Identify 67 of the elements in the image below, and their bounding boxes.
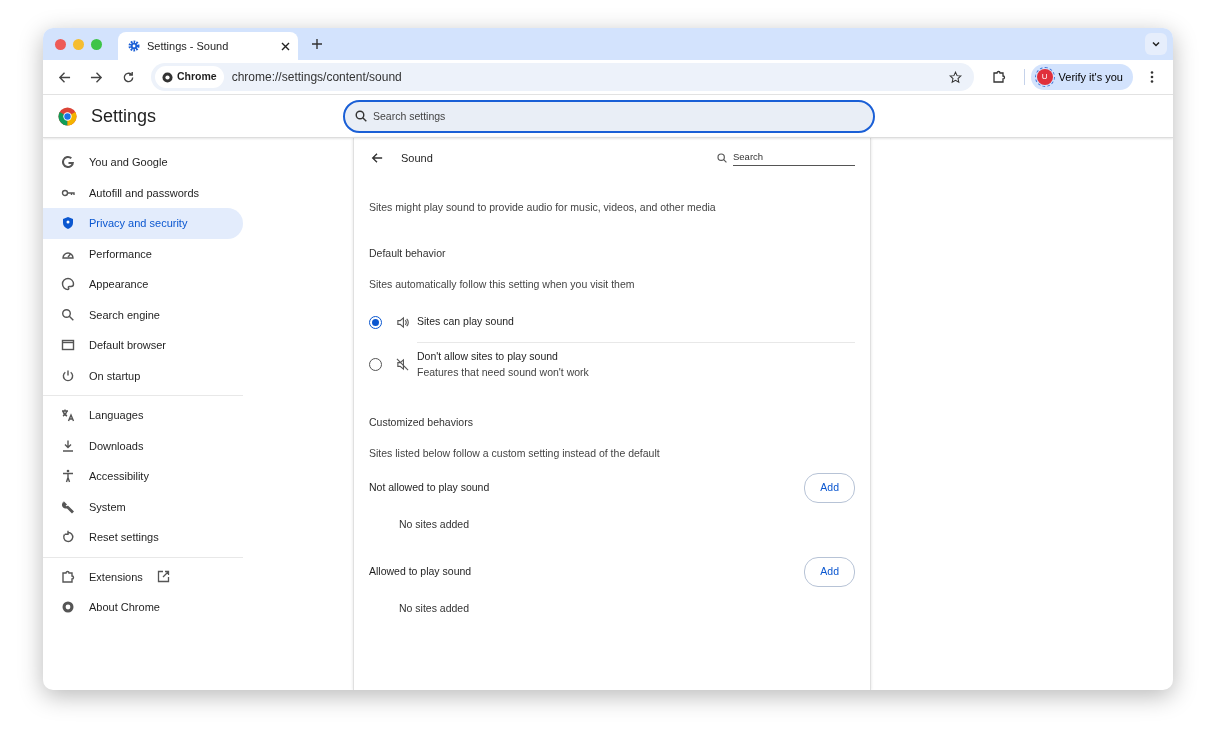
speaker-icon xyxy=(396,315,409,329)
tab-search-button[interactable] xyxy=(1145,33,1167,55)
puzzle-piece-icon xyxy=(61,569,75,584)
chrome-logo-icon xyxy=(58,106,77,126)
section-heading: Customized behaviors xyxy=(369,414,474,430)
muted-speaker-icon xyxy=(396,358,409,371)
external-link-icon xyxy=(156,570,170,584)
translate-icon xyxy=(61,408,75,423)
search-settings-field[interactable]: Search settings xyxy=(343,99,875,133)
sidebar-item[interactable]: Downloads xyxy=(43,430,243,461)
profile-button[interactable]: U Verify it's you xyxy=(1030,64,1133,90)
plus-icon xyxy=(311,38,323,50)
close-tab-icon[interactable] xyxy=(281,41,290,51)
browser-window-icon xyxy=(61,338,75,353)
search-icon xyxy=(61,307,75,322)
section-subtitle: Sites listed below follow a custom setting instead of the default xyxy=(369,445,661,461)
section-heading: Default behavior xyxy=(369,245,447,261)
page-title: Sound xyxy=(401,150,434,166)
power-icon xyxy=(61,368,75,383)
description-text: Sites might play sound to provide audio for music, videos, and other media xyxy=(369,200,717,215)
sidebar-item[interactable]: Autofill and passwords xyxy=(43,177,243,208)
sidebar-item[interactable]: On startup xyxy=(43,360,243,391)
sidebar-item[interactable]: Extensions xyxy=(43,561,243,592)
palette-icon xyxy=(61,277,75,292)
sidebar-item[interactable]: Search engine xyxy=(43,299,243,330)
sidebar-item[interactable]: Default browser xyxy=(43,330,243,361)
sidebar-item[interactable]: System xyxy=(43,491,243,522)
address-bar[interactable]: Chrome chrome://settings/content/sound xyxy=(151,63,974,91)
site-chip[interactable]: Chrome xyxy=(155,66,224,88)
accessibility-icon xyxy=(61,469,75,484)
reload-icon xyxy=(121,70,135,84)
sidebar-item[interactable]: Performance xyxy=(43,238,243,269)
sidebar-item[interactable]: Accessibility xyxy=(43,461,243,492)
sidebar-item[interactable]: Appearance xyxy=(43,269,243,300)
gear-icon xyxy=(128,40,140,52)
list-label: Allowed to play sound xyxy=(369,563,472,579)
forward-arrow-icon xyxy=(89,70,103,84)
chevron-down-icon xyxy=(1151,39,1161,49)
bookmark-star-icon[interactable] xyxy=(948,70,962,84)
reset-icon xyxy=(61,530,75,545)
section-subtitle: Sites automatically follow this setting when you visit them xyxy=(369,276,636,292)
search-icon xyxy=(717,153,727,163)
option-label: Don't allow sites to play sound xyxy=(417,349,559,365)
wrench-icon xyxy=(61,499,75,514)
browser-tab[interactable]: Settings - Sound xyxy=(118,32,298,60)
list-label: Not allowed to play sound xyxy=(369,480,490,496)
sidebar-item[interactable]: Languages xyxy=(43,400,243,431)
download-icon xyxy=(61,438,75,453)
url-text: chrome://settings/content/sound xyxy=(231,69,403,86)
option-label: Sites can play sound xyxy=(417,314,515,330)
close-light-icon[interactable] xyxy=(55,38,66,50)
sidebar-item[interactable]: You and Google xyxy=(43,147,243,178)
chrome-icon xyxy=(61,600,75,615)
empty-message: No sites added xyxy=(399,517,471,532)
sidebar-item[interactable]: About Chrome xyxy=(43,592,243,623)
sidebar-item[interactable]: Privacy and security xyxy=(43,208,243,239)
g-logo-icon xyxy=(61,155,75,170)
add-button[interactable]: Add xyxy=(804,556,855,587)
chrome-icon xyxy=(162,71,173,83)
back-arrow-icon xyxy=(57,70,71,84)
settings-title: Settings xyxy=(91,104,158,128)
option-description: Features that need sound won't work xyxy=(417,365,590,380)
add-button[interactable]: Add xyxy=(804,473,855,503)
back-arrow-icon xyxy=(371,152,383,164)
shield-icon xyxy=(61,216,75,231)
sidebar-item[interactable]: Reset settings xyxy=(43,522,243,553)
empty-message: No sites added xyxy=(399,600,471,616)
